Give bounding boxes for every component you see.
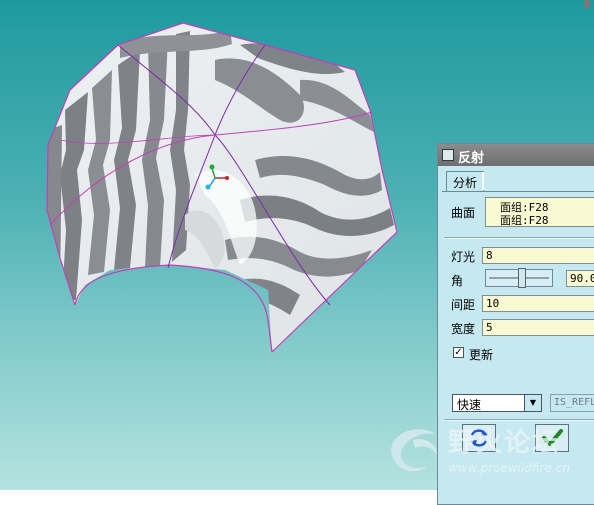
width-input[interactable]: 5 <box>482 319 594 336</box>
update-checkbox[interactable]: ✓ <box>453 347 464 358</box>
watermark-url: www.proewildfire.cn <box>448 461 570 475</box>
watermark-text: 野火论坛 <box>448 428 561 458</box>
mode-select[interactable]: 快速 ▼ <box>452 394 542 412</box>
light-input[interactable]: 8 <box>482 247 594 264</box>
spacing-label: 间距 <box>451 298 476 312</box>
angle-input[interactable]: 90.0 <box>566 270 594 287</box>
tab-analysis[interactable]: 分析 <box>446 171 484 191</box>
tab-strip: 分析 <box>442 171 594 192</box>
surface-label: 曲面 <box>451 206 476 220</box>
angle-label: 角 <box>451 274 464 288</box>
surface-list-item[interactable]: 面组:F28 <box>500 212 549 228</box>
surface-list[interactable]: 面组:F28 面组:F28 <box>485 197 594 227</box>
separator <box>444 237 594 239</box>
tab-analysis-label: 分析 <box>453 176 478 190</box>
separator <box>444 419 594 421</box>
tab-edge <box>482 172 484 190</box>
dialog-title: 反射 <box>458 151 485 166</box>
spacing-input[interactable]: 10 <box>482 295 594 312</box>
light-label: 灯光 <box>451 250 476 264</box>
watermark-logo <box>391 429 438 472</box>
angle-slider-thumb[interactable] <box>518 268 526 288</box>
chevron-down-icon[interactable]: ▼ <box>524 395 541 411</box>
width-label: 宽度 <box>451 322 476 336</box>
mode-select-value: 快速 <box>457 398 482 412</box>
dialog-titlebar[interactable]: 反射 <box>438 144 594 166</box>
feature-name-field: IS_REFL <box>550 394 594 412</box>
update-label: 更新 <box>469 348 494 362</box>
window-icon <box>442 149 454 161</box>
